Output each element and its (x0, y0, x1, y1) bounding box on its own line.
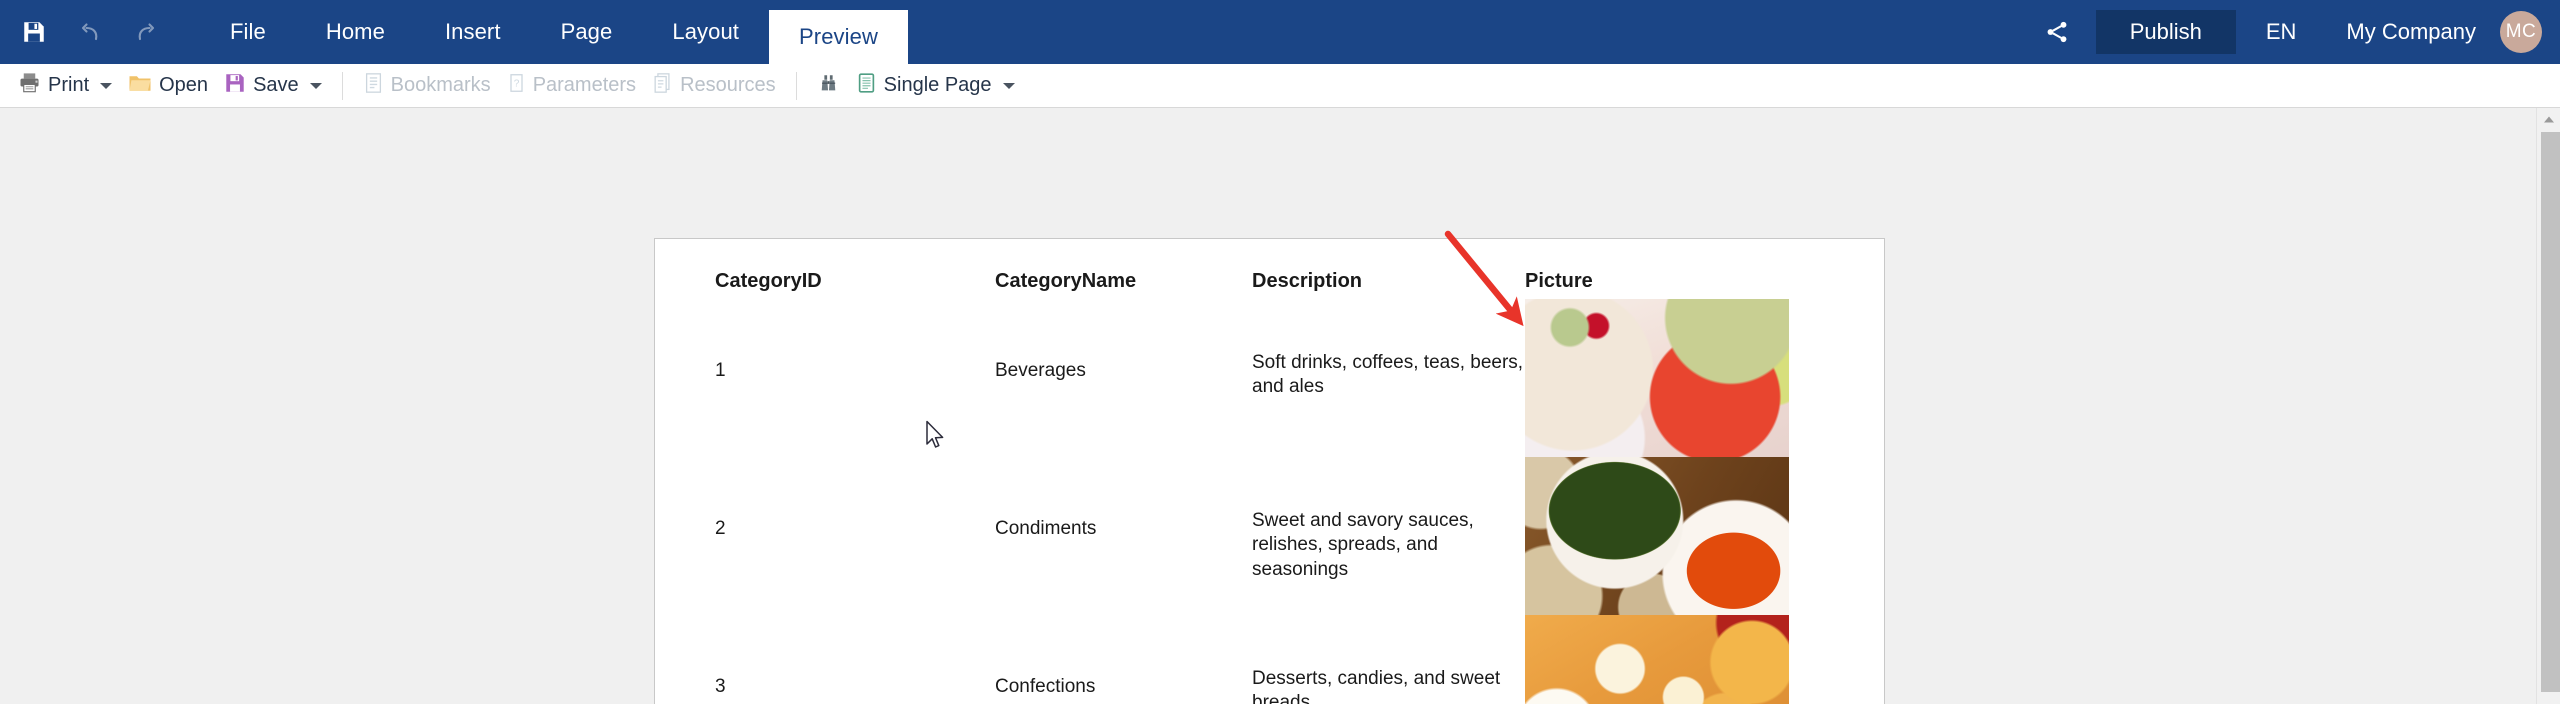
tab-insert[interactable]: Insert (415, 0, 531, 64)
report-preview-area[interactable]: CategoryID CategoryName Description Pict… (0, 108, 2560, 704)
cell-picture (1525, 457, 1789, 615)
parameters-icon: ? (507, 72, 526, 100)
resources-button[interactable]: Resources (644, 69, 784, 103)
cell-categoryname: Confections (995, 676, 1096, 697)
report-table: CategoryID CategoryName Description Pict… (655, 239, 1884, 704)
avatar[interactable]: MC (2500, 11, 2542, 53)
cell-picture (1525, 615, 1789, 704)
parameters-button[interactable]: ? Parameters (499, 69, 644, 103)
cell-description: Soft drinks, coffees, teas, beers, and a… (1252, 352, 1524, 398)
column-header-picture: Picture (1525, 270, 1593, 292)
chevron-down-icon[interactable] (309, 82, 322, 89)
cell-picture (1525, 299, 1789, 457)
undo-icon[interactable] (62, 0, 118, 64)
svg-text:?: ? (513, 78, 519, 89)
page-mode-label: Single Page (883, 74, 992, 96)
account-menu[interactable]: My Company (2326, 0, 2488, 64)
table-row: 1 Beverages Soft drinks, coffees, teas, … (655, 299, 1884, 457)
beverages-photo (1525, 299, 1789, 457)
open-button[interactable]: Open (120, 69, 216, 103)
tab-layout[interactable]: Layout (642, 0, 769, 64)
column-header-categoryid: CategoryID (715, 270, 822, 292)
resources-label: Resources (680, 74, 776, 96)
confections-photo (1525, 615, 1789, 704)
redo-icon[interactable] (118, 0, 174, 64)
table-row: 2 Condiments Sweet and savory sauces, re… (655, 457, 1884, 615)
print-button[interactable]: Print (10, 69, 120, 103)
binoculars-icon (817, 72, 840, 100)
open-label: Open (159, 74, 209, 96)
single-page-icon (856, 72, 877, 100)
ribbon-right-actions: Publish EN My Company MC (2018, 0, 2560, 64)
table-row: 3 Confections Desserts, candies, and swe… (655, 615, 1884, 704)
save-icon[interactable] (6, 0, 62, 64)
bookmarks-button[interactable]: Bookmarks (355, 69, 499, 103)
save-button[interactable]: Save (216, 69, 330, 103)
toolbar-divider (341, 71, 343, 100)
quick-access-toolbar (0, 0, 174, 64)
vertical-scrollbar[interactable] (2536, 108, 2560, 704)
toolbar-divider (795, 71, 797, 100)
chevron-down-icon[interactable] (100, 82, 113, 89)
tab-file[interactable]: File (200, 0, 296, 64)
share-icon[interactable] (2018, 0, 2096, 64)
resources-icon (652, 72, 673, 100)
publish-button[interactable]: Publish (2095, 10, 2236, 54)
tab-home[interactable]: Home (296, 0, 415, 64)
find-button[interactable] (809, 69, 848, 103)
scroll-up-arrow-icon[interactable] (2537, 108, 2560, 130)
cell-categoryid: 1 (715, 360, 726, 381)
cell-categoryid: 2 (715, 518, 726, 539)
ribbon-tabs: File Home Insert Page Layout Preview (200, 0, 908, 64)
printer-icon (18, 71, 41, 100)
floppy-icon (224, 72, 246, 100)
parameters-label: Parameters (532, 74, 637, 96)
cell-categoryname: Condiments (995, 518, 1097, 539)
cell-description: Desserts, candies, and sweet breads (1252, 668, 1501, 704)
cell-categoryid: 3 (715, 676, 726, 697)
chevron-down-icon[interactable] (1002, 82, 1015, 89)
save-label: Save (253, 74, 299, 96)
cell-description: Sweet and savory sauces, relishes, sprea… (1252, 510, 1474, 580)
preview-toolbar: Print Open Save Bookmarks ? Parameters R… (0, 64, 2560, 108)
table-header-row: CategoryID CategoryName Description Pict… (655, 239, 1884, 299)
tab-preview[interactable]: Preview (769, 10, 908, 64)
column-header-description: Description (1252, 270, 1363, 292)
folder-icon (128, 72, 152, 100)
language-selector[interactable]: EN (2236, 0, 2327, 64)
report-page: CategoryID CategoryName Description Pict… (654, 238, 1885, 704)
print-label: Print (48, 74, 90, 96)
bookmarks-label: Bookmarks (390, 74, 491, 96)
cell-categoryname: Beverages (995, 360, 1086, 381)
top-ribbon: File Home Insert Page Layout Preview Pub… (0, 0, 2560, 64)
bookmarks-icon (363, 72, 384, 100)
tab-page[interactable]: Page (531, 0, 643, 64)
scrollbar-thumb[interactable] (2541, 132, 2560, 692)
page-mode-button[interactable]: Single Page (848, 69, 1023, 103)
condiments-photo (1525, 457, 1789, 615)
column-header-categoryname: CategoryName (995, 270, 1137, 292)
